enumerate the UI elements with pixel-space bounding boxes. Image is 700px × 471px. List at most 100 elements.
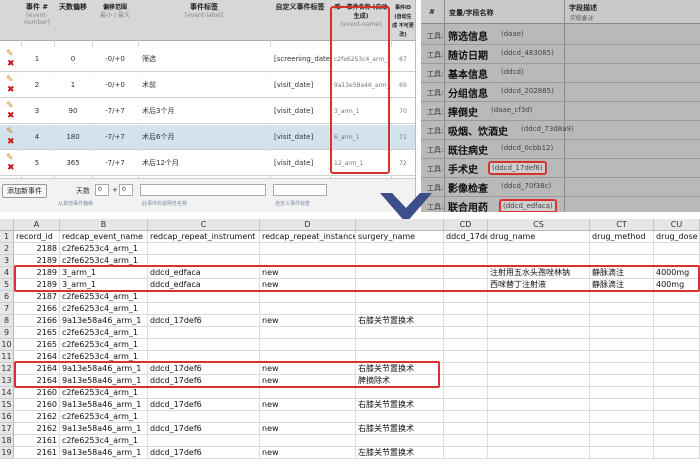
column-header[interactable]: B: [60, 219, 148, 231]
row-number[interactable]: 7: [0, 303, 14, 315]
delete-x-icon[interactable]: ✖: [7, 86, 16, 95]
sheet-cell[interactable]: [444, 363, 488, 375]
sheet-cell[interactable]: record_id: [14, 231, 60, 243]
sheet-cell[interactable]: 2161: [14, 447, 60, 459]
sheet-cell[interactable]: redcap_event_name: [60, 231, 148, 243]
sheet-cell[interactable]: surgery_name: [356, 231, 444, 243]
sheet-cell[interactable]: c2fe6253c4_arm_1: [60, 339, 148, 351]
sheet-cell[interactable]: 2165: [14, 339, 60, 351]
sheet-cell[interactable]: c2fe6253c4_arm_1: [60, 387, 148, 399]
sheet-cell[interactable]: [260, 327, 356, 339]
sheet-cell[interactable]: [654, 243, 700, 255]
instrument-row[interactable]: 工具: 筛选信息 (daae): [421, 25, 700, 45]
sheet-cell[interactable]: [488, 387, 590, 399]
instrument-row[interactable]: 工具: 分组信息 (ddcd_202885): [421, 82, 700, 102]
sheet-cell[interactable]: [444, 375, 488, 387]
sheet-cell[interactable]: 9a13e58a46_arm_1: [60, 447, 148, 459]
sheet-cell[interactable]: [260, 303, 356, 315]
sheet-cell[interactable]: [654, 423, 700, 435]
sheet-cell[interactable]: [148, 303, 260, 315]
sheet-cell[interactable]: [444, 387, 488, 399]
sheet-cell[interactable]: [488, 447, 590, 459]
instrument-row[interactable]: 工具: 吸烟、饮酒史 (ddcd_73d8a9): [421, 120, 700, 140]
sheet-cell[interactable]: [260, 243, 356, 255]
sheet-cell[interactable]: [654, 447, 700, 459]
sheet-cell[interactable]: [654, 327, 700, 339]
column-header[interactable]: CU: [654, 219, 700, 231]
sheet-cell[interactable]: [260, 435, 356, 447]
row-number[interactable]: 1: [0, 231, 14, 243]
sheet-cell[interactable]: [444, 315, 488, 327]
sheet-cell[interactable]: c2fe6253c4_arm_1: [60, 303, 148, 315]
sheet-cell[interactable]: 2161: [14, 435, 60, 447]
sheet-cell[interactable]: new: [260, 399, 356, 411]
sheet-cell[interactable]: 2162: [14, 423, 60, 435]
sheet-cell[interactable]: [356, 339, 444, 351]
sheet-cell[interactable]: [654, 399, 700, 411]
sheet-cell[interactable]: [654, 411, 700, 423]
days-offset-input[interactable]: 0: [95, 184, 109, 196]
sheet-cell[interactable]: 2160: [14, 399, 60, 411]
row-number[interactable]: 18: [0, 435, 14, 447]
sheet-cell[interactable]: 2162: [14, 411, 60, 423]
sheet-cell[interactable]: [488, 243, 590, 255]
row-number[interactable]: 14: [0, 387, 14, 399]
sheet-cell[interactable]: [488, 327, 590, 339]
sheet-cell[interactable]: [356, 243, 444, 255]
sheet-cell[interactable]: [444, 339, 488, 351]
sheet-cell[interactable]: [590, 291, 654, 303]
sheet-cell[interactable]: 右膝关节置换术: [356, 399, 444, 411]
row-number[interactable]: 9: [0, 327, 14, 339]
sheet-cell[interactable]: [356, 303, 444, 315]
row-number[interactable]: 2: [0, 243, 14, 255]
sheet-cell[interactable]: [590, 315, 654, 327]
sheet-cell[interactable]: 9a13e58a46_arm_1: [60, 423, 148, 435]
sheet-cell[interactable]: [654, 435, 700, 447]
sheet-cell[interactable]: 右膝关节置换术: [356, 423, 444, 435]
row-number[interactable]: 19: [0, 447, 14, 459]
sheet-cell[interactable]: ddcd_17def6: [148, 447, 260, 459]
sheet-cell[interactable]: [488, 351, 590, 363]
sheet-cell[interactable]: drug_method: [590, 231, 654, 243]
sheet-cell[interactable]: [444, 351, 488, 363]
sheet-cell[interactable]: [654, 303, 700, 315]
sheet-cell[interactable]: [444, 411, 488, 423]
sheet-cell[interactable]: c2fe6253c4_arm_1: [60, 327, 148, 339]
sheet-cell[interactable]: [488, 375, 590, 387]
row-number[interactable]: 8: [0, 315, 14, 327]
row-number[interactable]: 4: [0, 267, 14, 279]
column-header[interactable]: CT: [590, 219, 654, 231]
sheet-cell[interactable]: 2165: [14, 327, 60, 339]
sheet-cell[interactable]: [590, 399, 654, 411]
sheet-cell[interactable]: [488, 339, 590, 351]
sheet-cell[interactable]: [488, 303, 590, 315]
sheet-cell[interactable]: [590, 447, 654, 459]
sheet-cell[interactable]: [260, 339, 356, 351]
sheet-cell[interactable]: [356, 387, 444, 399]
column-header[interactable]: CD: [444, 219, 488, 231]
sheet-cell[interactable]: [444, 243, 488, 255]
sheet-cell[interactable]: [488, 291, 590, 303]
sheet-cell[interactable]: 2187: [14, 291, 60, 303]
instrument-row-medication[interactable]: 工具: 联合用药 (ddcd_edfaca): [421, 196, 700, 212]
row-number[interactable]: 17: [0, 423, 14, 435]
plus-offset-input[interactable]: 0: [119, 184, 133, 196]
sheet-cell[interactable]: [590, 435, 654, 447]
sheet-cell[interactable]: [444, 327, 488, 339]
edit-pencil-icon[interactable]: ✎: [6, 50, 15, 59]
new-event-label-input[interactable]: [140, 184, 266, 196]
sheet-cell[interactable]: [148, 243, 260, 255]
sheet-cell[interactable]: c2fe6253c4_arm_1: [60, 435, 148, 447]
sheet-cell[interactable]: [148, 339, 260, 351]
edit-pencil-icon[interactable]: ✎: [6, 76, 15, 85]
row-number[interactable]: 11: [0, 351, 14, 363]
column-header[interactable]: A: [14, 219, 60, 231]
sheet-cell[interactable]: new: [260, 447, 356, 459]
delete-x-icon[interactable]: ✖: [7, 138, 16, 147]
sheet-cell[interactable]: [148, 387, 260, 399]
row-number[interactable]: 13: [0, 375, 14, 387]
sheet-cell[interactable]: ddcd_17def6: [148, 399, 260, 411]
sheet-cell[interactable]: [444, 399, 488, 411]
sheet-cell[interactable]: [488, 399, 590, 411]
sheet-cell[interactable]: 2166: [14, 303, 60, 315]
